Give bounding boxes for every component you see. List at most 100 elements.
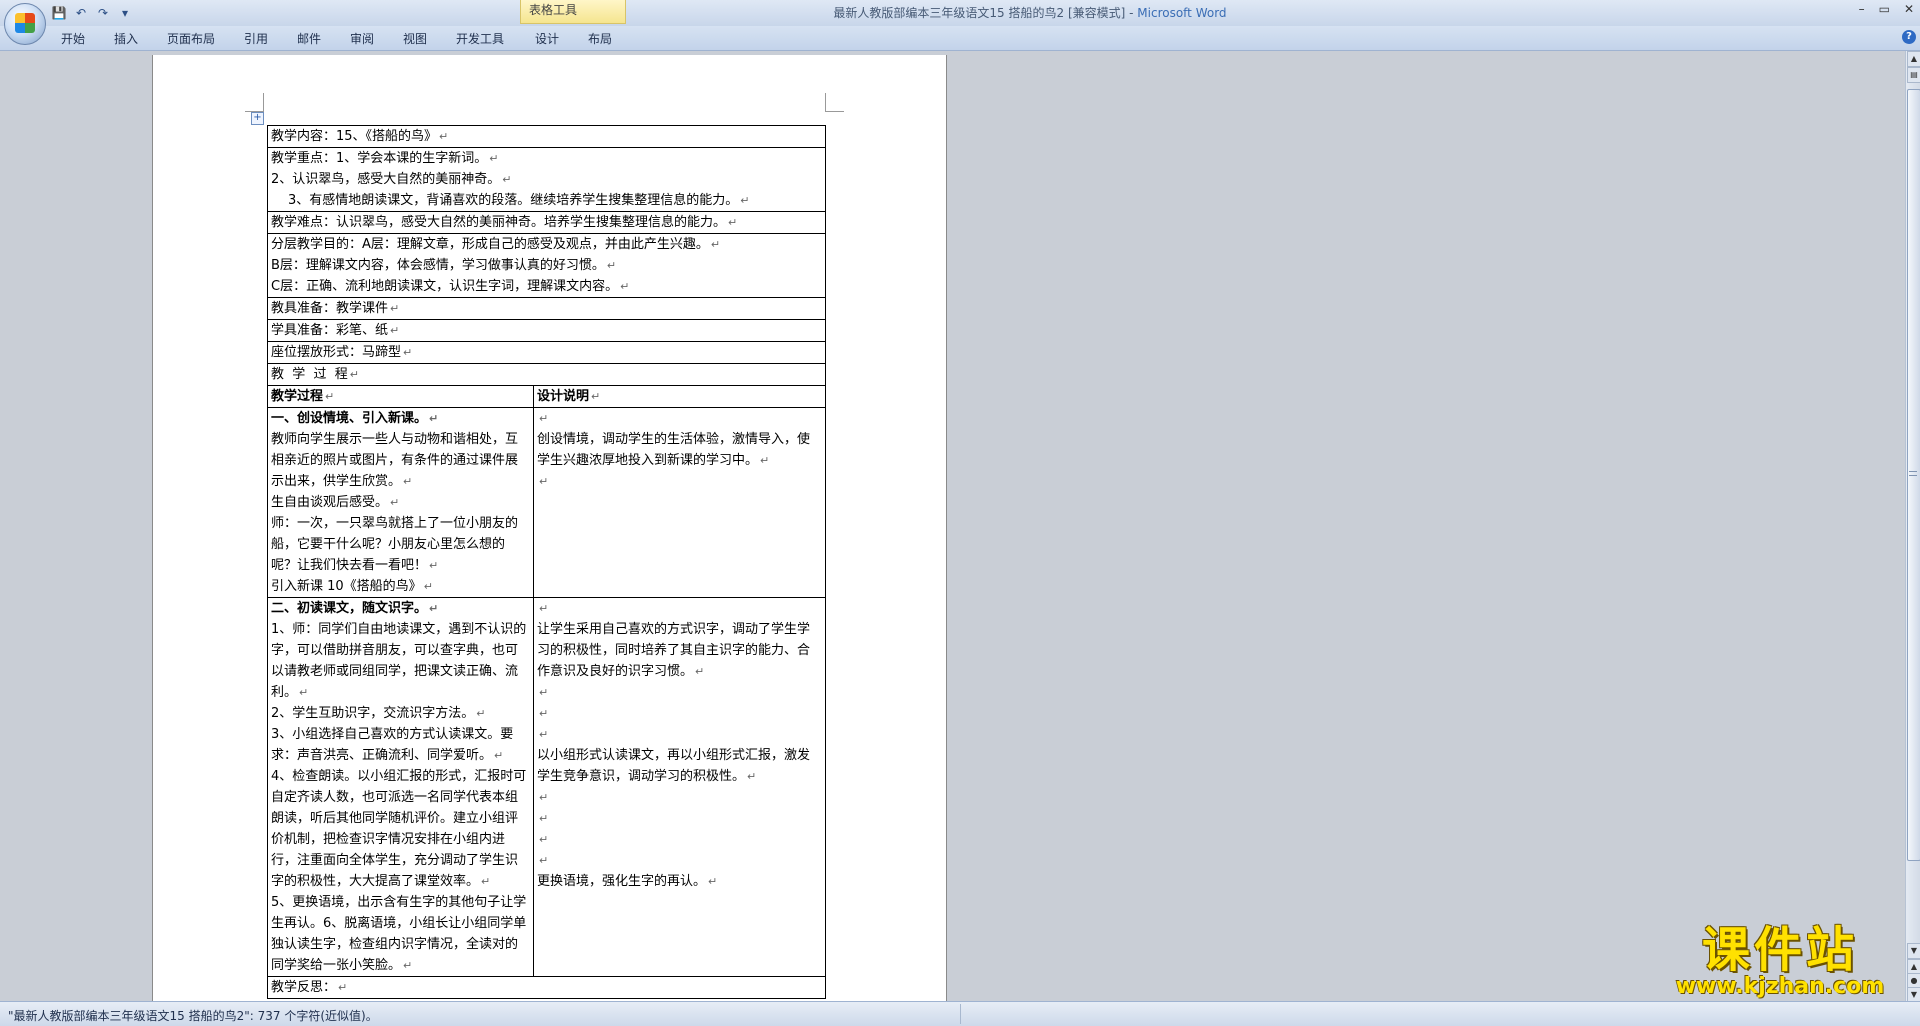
table-cell[interactable]: 教学内容：15、《搭船的鸟》 ↵ [266, 125, 827, 148]
difficulty-line: 教学难点：认识翠鸟，感受大自然的美丽神奇。培养学生搜集整理信息的能力。 ↵ [271, 215, 738, 230]
scroll-down-button[interactable]: ▼ [1907, 943, 1920, 959]
margin-corner-mark [825, 93, 844, 112]
tiered-goal-line: B层：理解课文内容，体会感情，学习做事认真的好习惯。 ↵ [271, 258, 617, 273]
minimize-button[interactable]: – [1859, 2, 1865, 16]
design-note: ↵ [539, 412, 549, 425]
watermark-logo: 课件站 www.kjzhan.com [1662, 922, 1898, 999]
table-row: 教学重点：1、学会本课的生字新词。 ↵ 2、认识翠鸟，感受大自然的美丽神奇。 ↵ 3… [266, 147, 827, 212]
process-paragraph: 3、小组选择自己喜欢的方式认读课文。要求：声音洪亮、正确流利、同学爱听。 ↵ [271, 727, 514, 763]
status-divider [960, 1004, 961, 1024]
ribbon-tab-bar: 开始 插入 页面布局 引用 邮件 审阅 视图 开发工具 设计 布局 [0, 26, 1920, 51]
key-point-line: 3、有感情地朗读课文，背诵喜欢的段落。继续培养学生搜集整理信息的能力。 ↵ [288, 193, 750, 208]
table-row: 教学内容：15、《搭船的鸟》 ↵ [266, 125, 827, 148]
design-note: ↵ [539, 728, 549, 741]
tab-references[interactable]: 引用 [244, 30, 268, 47]
design-note: ↵ [539, 791, 549, 804]
design-note: 以小组形式认读课文，再以小组形式汇报，激发学生竞争意识，调动学习的积极性。 ↵ [537, 748, 811, 784]
design-note: 让学生采用自己喜欢的方式识字，调动了学生学习的积极性，同时培养了其自主识字的能力… [537, 622, 811, 679]
office-button[interactable] [4, 3, 46, 45]
student-aids-line: 学具准备：彩笔、纸 ↵ [271, 323, 400, 338]
table-row: 分层教学目的：A层：理解文章，形成自己的感受及观点，并由此产生兴趣。 ↵ B层：理… [266, 233, 827, 298]
document-title: 最新人教版部编本三年级语文15 搭船的鸟2 [兼容模式] - [833, 6, 1138, 20]
tab-view[interactable]: 视图 [403, 30, 427, 47]
process-paragraph: 2、学生互助识字，交流识字方法。 ↵ [271, 706, 486, 721]
process-paragraph: 生自由谈观后感受。 ↵ [271, 495, 400, 510]
close-button[interactable]: ✕ [1904, 2, 1914, 16]
window-controls: – ▭ ✕ [1859, 2, 1914, 16]
table-cell[interactable]: 教学难点：认识翠鸟，感受大自然的美丽神奇。培养学生搜集整理信息的能力。 ↵ [266, 211, 827, 234]
design-note: ↵ [539, 475, 549, 488]
table-cell[interactable]: 座位摆放形式：马蹄型 ↵ [266, 341, 827, 364]
design-note: ↵ [539, 602, 549, 615]
teaching-aids-line: 教具准备：教学课件 ↵ [271, 301, 400, 316]
tab-page-layout[interactable]: 页面布局 [167, 30, 215, 47]
tab-design[interactable]: 设计 [535, 30, 559, 47]
design-note: ↵ [539, 833, 549, 846]
header-cell-design-notes[interactable]: 设计说明 ↵ [532, 385, 827, 408]
table-move-handle[interactable]: + [251, 112, 264, 125]
process-paragraph: 教师向学生展示一些人与动物和谐相处，互相亲近的照片或图片，有条件的通过课件展示出… [271, 432, 519, 489]
key-point-line: 2、认识翠鸟，感受大自然的美丽神奇。 ↵ [271, 172, 512, 187]
tab-layout[interactable]: 布局 [588, 30, 612, 47]
table-header-row: 教学过程 ↵ 设计说明 ↵ [267, 385, 827, 408]
seating-line: 座位摆放形式：马蹄型 ↵ [271, 345, 413, 360]
document-page[interactable]: + 教学内容：15、《搭船的鸟》 ↵ 教学重点：1、学会本课的生字新词。 ↵ 2、认… [152, 55, 947, 1001]
table-row: 教具准备：教学课件 ↵ [266, 297, 827, 320]
tab-mailings[interactable]: 邮件 [297, 30, 321, 47]
section-heading: 二、初读课文，随文识字。 ↵ [271, 601, 439, 616]
table-row: 一、创设情境、引入新课。 ↵ 教师向学生展示一些人与动物和谐相处，互相亲近的照片或… [267, 407, 827, 598]
table-cell[interactable]: 教 学 过 程 ↵ [266, 363, 827, 386]
table-cell[interactable]: ↵ 创设情境，调动学生的生活体验，激情导入，使学生兴趣浓厚地投入到新课的学习中。… [532, 407, 827, 598]
section-heading: 一、创设情境、引入新课。 ↵ [271, 411, 439, 426]
tiered-goal-line: 分层教学目的：A层：理解文章，形成自己的感受及观点，并由此产生兴趣。 ↵ [271, 237, 721, 252]
tab-home[interactable]: 开始 [61, 30, 85, 47]
lesson-content-line: 教学内容：15、《搭船的鸟》 ↵ [271, 129, 449, 144]
document-workspace: + 教学内容：15、《搭船的鸟》 ↵ 教学重点：1、学会本课的生字新词。 ↵ 2、认… [0, 51, 1906, 1001]
maximize-button[interactable]: ▭ [1879, 2, 1890, 16]
tab-developer[interactable]: 开发工具 [456, 30, 504, 47]
process-title-line: 教 学 过 程 ↵ [271, 367, 360, 382]
design-note: 创设情境，调动学生的生活体验，激情导入，使学生兴趣浓厚地投入到新课的学习中。 ↵ [537, 432, 811, 468]
header-cell-process[interactable]: 教学过程 ↵ [267, 385, 534, 408]
table-row: 教学难点：认识翠鸟，感受大自然的美丽神奇。培养学生搜集整理信息的能力。 ↵ [266, 211, 827, 234]
table-cell[interactable]: 教学反思： ↵ [266, 976, 827, 999]
design-note: ↵ [539, 707, 549, 720]
reflection-line: 教学反思： ↵ [271, 980, 348, 995]
table-cell[interactable]: 分层教学目的：A层：理解文章，形成自己的感受及观点，并由此产生兴趣。 ↵ B层：理… [266, 233, 827, 298]
table-cell[interactable]: ↵ 让学生采用自己喜欢的方式识字，调动了学生学习的积极性，同时培养了其自主识字的… [532, 597, 827, 977]
table-row: 教 学 过 程 ↵ [266, 363, 827, 386]
ruler-toggle-icon[interactable]: ▤ [1907, 67, 1920, 83]
lesson-plan-table: 教学内容：15、《搭船的鸟》 ↵ 教学重点：1、学会本课的生字新词。 ↵ 2、认识翠… [266, 125, 827, 999]
scroll-up-button[interactable]: ▲ [1907, 51, 1920, 67]
design-note: ↵ [539, 686, 549, 699]
process-paragraph: 师：一次，一只翠鸟就搭上了一位小朋友的船，它要干什么呢？小朋友心里怎么想的呢？让… [271, 516, 519, 573]
title-bar: 💾 ↶ ↷ ▾ 表格工具 最新人教版部编本三年级语文15 搭船的鸟2 [兼容模式… [0, 0, 1920, 26]
design-note: ↵ [539, 854, 549, 867]
design-note: 更换语境，强化生字的再认。 ↵ [537, 874, 718, 889]
tab-review[interactable]: 审阅 [350, 30, 374, 47]
status-bar: "最新人教版部编本三年级语文15 搭船的鸟2": 737 个字符(近似值)。 [0, 1001, 1920, 1026]
process-paragraph: 5、更换语境，出示含有生字的其他句子让学生再认。6、脱离语境，小组长让小组同学单… [271, 895, 527, 973]
vertical-scrollbar[interactable]: ▲ ▤ ▼ ▲ ● ▼ [1905, 51, 1920, 1003]
table-row: 学具准备：彩笔、纸 ↵ [266, 319, 827, 342]
scrollbar-grip [1909, 471, 1917, 476]
watermark-title: 课件站 [1701, 922, 1858, 978]
process-paragraph: 4、检查朗读。以小组汇报的形式，汇报时可自定齐读人数，也可派选一名同学代表本组朗… [271, 769, 527, 889]
table-cell[interactable]: 学具准备：彩笔、纸 ↵ [266, 319, 827, 342]
tiered-goal-line: C层：正确、流利地朗读课文，认识生字词，理解课文内容。 ↵ [271, 279, 630, 294]
table-row: 座位摆放形式：马蹄型 ↵ [266, 341, 827, 364]
table-cell[interactable]: 教学重点：1、学会本课的生字新词。 ↵ 2、认识翠鸟，感受大自然的美丽神奇。 ↵ 3… [266, 147, 827, 212]
table-row: 二、初读课文，随文识字。 ↵ 1、师：同学们自由地读课文，遇到不认识的字，可以借助… [267, 597, 827, 977]
table-cell[interactable]: 一、创设情境、引入新课。 ↵ 教师向学生展示一些人与动物和谐相处，互相亲近的照片或… [267, 407, 534, 598]
watermark-url: www.kjzhan.com [1675, 974, 1885, 999]
help-icon[interactable]: ? [1902, 30, 1916, 44]
tab-insert[interactable]: 插入 [114, 30, 138, 47]
status-text: "最新人教版部编本三年级语文15 搭船的鸟2": 737 个字符(近似值)。 [8, 1009, 378, 1023]
window-title: 最新人教版部编本三年级语文15 搭船的鸟2 [兼容模式] - Microsoft… [0, 4, 1920, 21]
table-cell[interactable]: 二、初读课文，随文识字。 ↵ 1、师：同学们自由地读课文，遇到不认识的字，可以借助… [267, 597, 534, 977]
table-row: 教学反思： ↵ [266, 976, 827, 999]
table-cell[interactable]: 教具准备：教学课件 ↵ [266, 297, 827, 320]
process-paragraph: 引入新课 10《搭船的鸟》 ↵ [271, 579, 433, 594]
key-point-line: 教学重点：1、学会本课的生字新词。 ↵ [271, 151, 499, 166]
design-note: ↵ [539, 812, 549, 825]
